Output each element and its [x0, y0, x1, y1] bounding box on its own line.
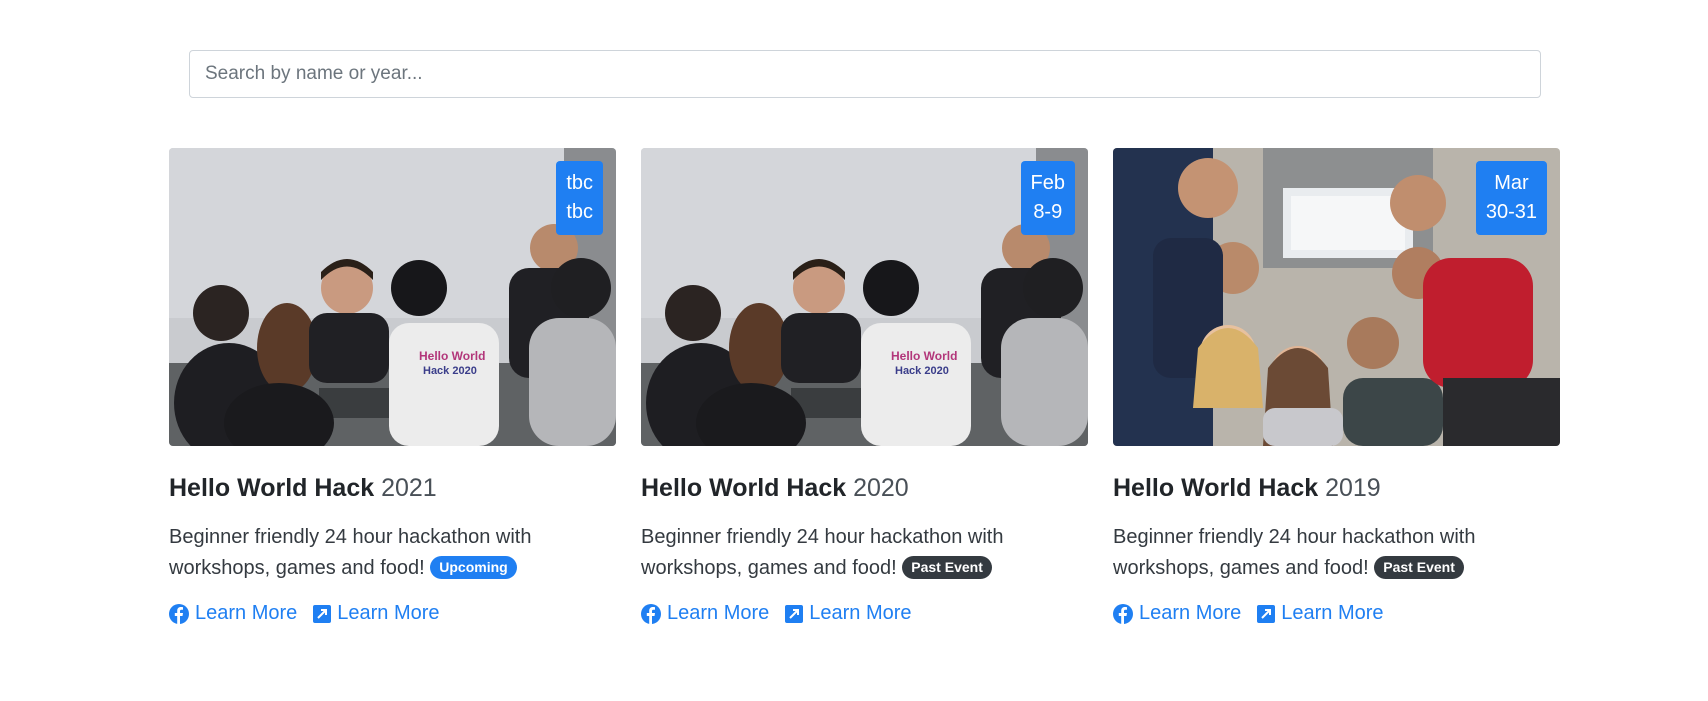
event-card: Mar 30-31 Hello World Hack 2019 Beginner…	[1113, 148, 1560, 625]
event-year: 2020	[853, 474, 909, 502]
event-name: Hello World Hack	[1113, 474, 1319, 502]
svg-text:Hack 2020: Hack 2020	[895, 365, 949, 377]
website-learn-more-link[interactable]: Learn More	[1257, 602, 1384, 625]
svg-text:Hello World: Hello World	[419, 349, 485, 363]
link-label: Learn More	[337, 602, 440, 624]
website-learn-more-link[interactable]: Learn More	[785, 602, 912, 625]
event-links: Learn More Learn More	[641, 602, 1088, 625]
event-year: 2021	[381, 474, 437, 502]
date-days: tbc	[566, 201, 593, 223]
facebook-learn-more-link[interactable]: Learn More	[169, 602, 297, 625]
facebook-icon	[1113, 603, 1133, 624]
link-label: Learn More	[1139, 602, 1242, 624]
link-label: Learn More	[1281, 602, 1384, 624]
event-image: Mar 30-31	[1113, 148, 1560, 446]
date-badge: Feb 8-9	[1020, 161, 1075, 235]
date-days: 30-31	[1485, 201, 1537, 223]
team-working-photo: Hello World Hack 2020	[169, 148, 616, 446]
event-card: Hello World Hack 2020 Feb 8-9 Hello Worl…	[641, 148, 1088, 625]
external-link-icon	[1257, 604, 1276, 623]
date-days: 8-9	[1033, 201, 1063, 223]
svg-text:Hack 2020: Hack 2020	[423, 365, 477, 377]
date-month: Mar	[1494, 172, 1529, 194]
event-image: Hello World Hack 2020 tbc tbc	[169, 148, 616, 446]
event-title: Hello World Hack 2021	[169, 472, 616, 504]
facebook-learn-more-link[interactable]: Learn More	[1113, 602, 1241, 625]
date-badge: Mar 30-31	[1475, 161, 1547, 235]
search-input[interactable]	[189, 50, 1541, 98]
event-links: Learn More Learn More	[1113, 602, 1560, 625]
website-learn-more-link[interactable]: Learn More	[313, 602, 440, 625]
status-badge: Past Event	[1374, 556, 1464, 579]
event-description-block: Beginner friendly 24 hour hackathon with…	[1113, 522, 1513, 584]
event-title: Hello World Hack 2019	[1113, 472, 1560, 504]
event-card-list: Hello World Hack 2020 tbc tbc Hello Worl…	[169, 148, 1561, 625]
date-month: Feb	[1030, 172, 1065, 194]
event-description-block: Beginner friendly 24 hour hackathon with…	[169, 522, 569, 584]
svg-text:Hello World: Hello World	[891, 349, 957, 363]
status-badge: Upcoming	[430, 556, 517, 579]
facebook-icon	[169, 603, 189, 624]
link-label: Learn More	[809, 602, 912, 624]
external-link-icon	[313, 604, 332, 623]
status-badge: Past Event	[902, 556, 992, 579]
event-links: Learn More Learn More	[169, 602, 616, 625]
facebook-icon	[641, 603, 661, 624]
link-label: Learn More	[195, 602, 298, 624]
date-month: tbc	[566, 172, 593, 194]
facebook-learn-more-link[interactable]: Learn More	[641, 602, 769, 625]
search-bar	[189, 50, 1541, 98]
event-year: 2019	[1325, 474, 1381, 502]
event-name: Hello World Hack	[169, 474, 375, 502]
event-image: Hello World Hack 2020 Feb 8-9	[641, 148, 1088, 446]
event-card: Hello World Hack 2020 tbc tbc Hello Worl…	[169, 148, 616, 625]
events-page: Hello World Hack 2020 tbc tbc Hello Worl…	[0, 0, 1708, 701]
event-title: Hello World Hack 2020	[641, 472, 1088, 504]
date-badge: tbc tbc	[556, 161, 603, 235]
event-name: Hello World Hack	[641, 474, 847, 502]
external-link-icon	[785, 604, 804, 623]
link-label: Learn More	[667, 602, 770, 624]
event-description-block: Beginner friendly 24 hour hackathon with…	[641, 522, 1041, 584]
